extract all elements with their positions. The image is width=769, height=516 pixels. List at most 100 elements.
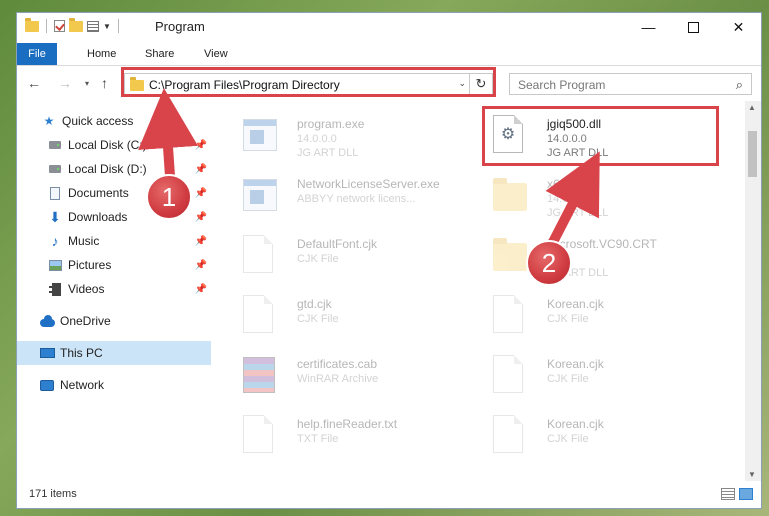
- maximize-button[interactable]: [671, 13, 716, 41]
- address-bar[interactable]: C:\Program Files\Program Directory ⌄ ↻: [124, 73, 493, 95]
- scroll-down-icon[interactable]: ▼: [748, 470, 756, 479]
- file-icon: [493, 355, 529, 397]
- file-type: CJK File: [297, 253, 339, 265]
- file-version: 14.0.0.0: [547, 133, 587, 145]
- sidebar-item-label: Local Disk (D:): [68, 162, 147, 176]
- file-icon: [493, 415, 529, 457]
- up-arrow-icon[interactable]: ↑: [101, 75, 108, 91]
- file-item[interactable]: Korean.cjk CJK File: [481, 289, 721, 343]
- file-type: TXT File: [297, 433, 339, 445]
- winrar-icon: [243, 355, 279, 397]
- tab-share[interactable]: Share: [135, 43, 184, 65]
- file-icon: [243, 295, 279, 337]
- scrollbar-thumb[interactable]: [748, 131, 757, 177]
- customize-toolbar-icon[interactable]: [87, 20, 99, 32]
- recent-locations-icon[interactable]: ▾: [85, 79, 89, 88]
- video-icon: [47, 281, 63, 297]
- star-icon: ★: [43, 114, 55, 128]
- pictures-icon: [47, 257, 63, 273]
- large-icons-view-icon[interactable]: [739, 488, 753, 500]
- pin-icon[interactable]: 📌: [195, 164, 207, 175]
- file-name: certificates.cab: [297, 357, 378, 371]
- address-dropdown-icon[interactable]: ⌄: [458, 78, 466, 89]
- sidebar-item-videos[interactable]: Videos 📌: [17, 277, 211, 301]
- file-item-selected[interactable]: ⚙ jgiq500.dll 14.0.0.0 JG ART DLL: [481, 109, 721, 163]
- ribbon-tabs: File Home Share View: [17, 43, 761, 66]
- sidebar-item-music[interactable]: ♪ Music 📌: [17, 229, 211, 253]
- folder-icon: [493, 235, 529, 277]
- network-icon: [39, 377, 55, 393]
- file-name: Korean.cjk: [547, 417, 604, 431]
- pin-icon[interactable]: 📌: [195, 140, 207, 151]
- sidebar-item-onedrive[interactable]: OneDrive: [17, 309, 211, 333]
- sidebar-item-label: Downloads: [68, 210, 128, 224]
- pin-icon[interactable]: 📌: [195, 236, 207, 247]
- sidebar-item-label: This PC: [60, 346, 103, 360]
- file-type: CJK File: [547, 373, 589, 385]
- item-count: 171 items: [29, 488, 77, 500]
- explorer-window: ▼ Program — ✕ File Home Share View ← → ▾…: [16, 12, 762, 509]
- file-type: WinRAR Archive: [297, 373, 379, 385]
- search-icon[interactable]: ⌕: [736, 77, 743, 93]
- pin-icon[interactable]: 📌: [195, 188, 207, 199]
- sidebar-item-label: Pictures: [68, 258, 112, 272]
- file-item[interactable]: Korean.cjk CJK File: [481, 349, 721, 403]
- file-item[interactable]: help.fineReader.txt TXT File: [231, 409, 471, 463]
- file-item[interactable]: certificates.cab WinRAR Archive: [231, 349, 471, 403]
- sidebar-item-pictures[interactable]: Pictures 📌: [17, 253, 211, 277]
- file-item[interactable]: program.exe 14.0.0.0 JG ART DLL: [231, 109, 471, 163]
- file-name: x64: [547, 177, 567, 191]
- file-item[interactable]: gtd.cjk CJK File: [231, 289, 471, 343]
- disk-icon: [47, 161, 63, 177]
- sidebar-item-this-pc[interactable]: This PC: [17, 341, 211, 365]
- properties-check-icon[interactable]: [54, 20, 65, 32]
- document-icon: [47, 185, 63, 201]
- pin-icon[interactable]: 📌: [195, 212, 207, 223]
- search-box[interactable]: Search Program ⌕: [509, 73, 752, 95]
- download-icon: ⬇: [49, 208, 61, 225]
- close-button[interactable]: ✕: [716, 13, 761, 41]
- minimize-button[interactable]: —: [626, 13, 671, 41]
- sidebar-item-label: Network: [60, 378, 105, 392]
- sidebar-item-network[interactable]: Network: [17, 373, 211, 397]
- file-name: jgiq500.dll: [547, 117, 602, 131]
- maximize-icon: [688, 21, 699, 33]
- file-description: JG ART DLL: [297, 147, 359, 159]
- sidebar-item-local-disk-c[interactable]: Local Disk (C:) 📌: [17, 133, 211, 157]
- dll-gear-icon: ⚙: [493, 115, 529, 157]
- refresh-icon[interactable]: ↻: [469, 74, 492, 94]
- file-item[interactable]: x64 14.0.0.0 JG ART DLL: [481, 169, 721, 223]
- address-path[interactable]: C:\Program Files\Program Directory: [149, 78, 340, 92]
- sidebar-item-label: Documents: [68, 186, 129, 200]
- toolbar-dropdown-icon[interactable]: ▼: [103, 22, 111, 31]
- quick-access-toolbar: ▼: [25, 17, 122, 33]
- step-badge-1: 1: [146, 174, 192, 220]
- file-type: CJK File: [547, 313, 589, 325]
- sidebar-item-label: Local Disk (C:): [68, 138, 147, 152]
- folder-icon[interactable]: [25, 17, 39, 32]
- file-name: NetworkLicenseServer.exe: [297, 177, 440, 191]
- file-icon: [243, 235, 279, 277]
- scroll-up-icon[interactable]: ▲: [748, 103, 756, 112]
- new-folder-icon[interactable]: [69, 17, 83, 32]
- file-type: CJK File: [547, 433, 589, 445]
- pin-icon[interactable]: 📌: [195, 260, 207, 271]
- file-item[interactable]: Korean.cjk CJK File: [481, 409, 721, 463]
- file-item[interactable]: DefaultFont.cjk CJK File: [231, 229, 471, 283]
- tab-view[interactable]: View: [194, 43, 238, 65]
- file-item[interactable]: Microsoft.VC90.CRT JG ART DLL: [481, 229, 721, 283]
- search-placeholder[interactable]: Search Program: [518, 78, 605, 92]
- sidebar-item-quick-access[interactable]: ★ Quick access: [17, 109, 211, 133]
- tab-file[interactable]: File: [17, 43, 57, 65]
- back-arrow-icon[interactable]: ←: [27, 75, 41, 91]
- sidebar-item-label: OneDrive: [60, 314, 111, 328]
- disk-icon: [47, 137, 63, 153]
- tab-home[interactable]: Home: [77, 43, 126, 65]
- details-view-icon[interactable]: [721, 488, 735, 500]
- forward-arrow-icon[interactable]: →: [58, 75, 72, 91]
- file-item[interactable]: NetworkLicenseServer.exe ABBYY network l…: [231, 169, 471, 223]
- file-name: Korean.cjk: [547, 357, 604, 371]
- vertical-scrollbar[interactable]: ▲ ▼: [745, 101, 761, 481]
- sidebar-item-label: Music: [68, 234, 100, 248]
- pin-icon[interactable]: 📌: [195, 284, 207, 295]
